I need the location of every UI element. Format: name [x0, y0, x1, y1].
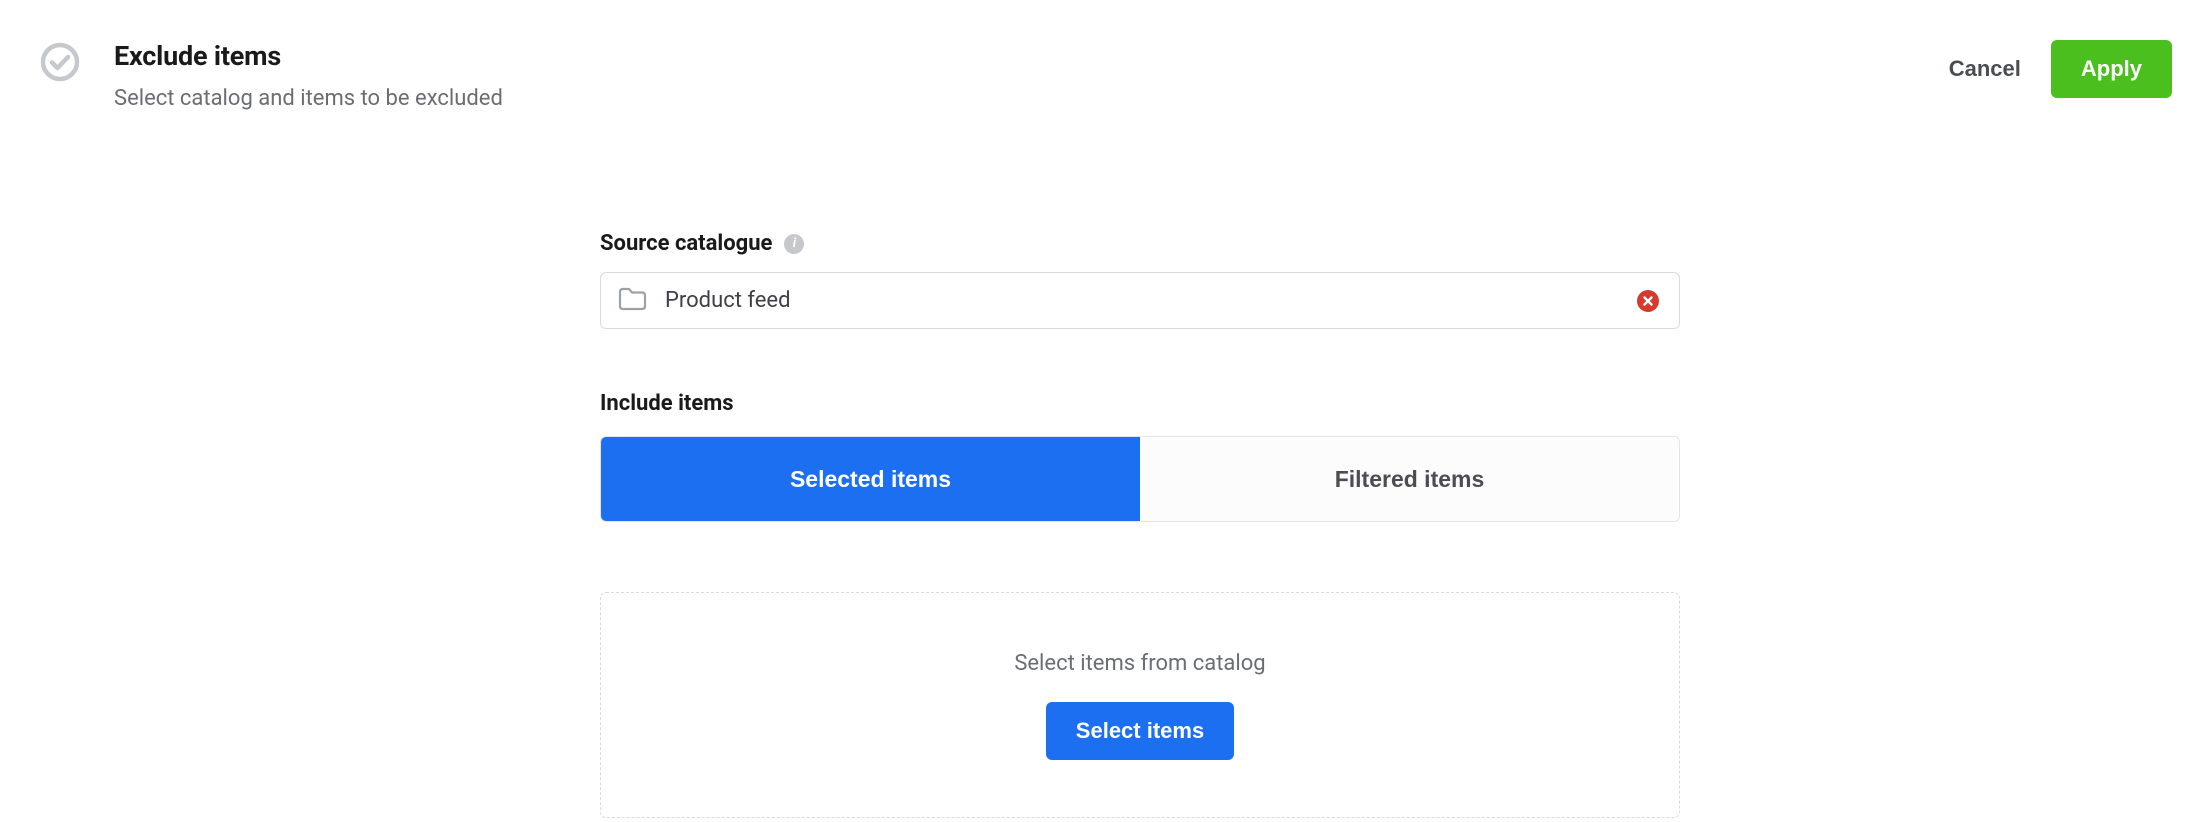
empty-hint-text: Select items from catalog	[1014, 651, 1265, 676]
remove-catalogue-button[interactable]	[1637, 290, 1659, 312]
info-icon[interactable]: i	[784, 234, 804, 254]
cancel-button[interactable]: Cancel	[1949, 56, 2021, 82]
selected-items-empty-panel: Select items from catalog Select items	[600, 592, 1680, 818]
folder-icon	[617, 286, 647, 316]
source-catalogue-value: Product feed	[665, 288, 1619, 313]
tab-selected-items[interactable]: Selected items	[601, 437, 1140, 521]
select-items-button[interactable]: Select items	[1046, 702, 1234, 760]
tab-filtered-items[interactable]: Filtered items	[1140, 437, 1679, 521]
source-catalogue-input[interactable]: Product feed	[600, 272, 1680, 329]
include-items-tabs: Selected items Filtered items	[600, 436, 1680, 522]
step-indicator-icon	[40, 42, 80, 82]
page-title: Exclude items	[114, 40, 1949, 72]
include-items-label: Include items	[600, 391, 1680, 416]
source-catalogue-label: Source catalogue	[600, 231, 772, 256]
page-subtitle: Select catalog and items to be excluded	[114, 86, 1949, 111]
apply-button[interactable]: Apply	[2051, 40, 2172, 98]
